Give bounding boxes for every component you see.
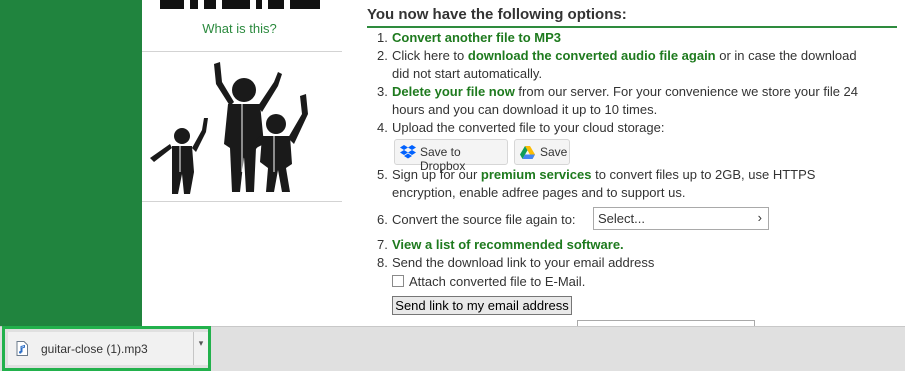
option-5: 5. Sign up for our premium services to co… bbox=[377, 167, 816, 182]
option-3: 3. Delete your file now from our server. … bbox=[377, 84, 859, 99]
send-link-button[interactable]: Send link to my email address bbox=[392, 296, 572, 315]
dancing-people-illustration bbox=[142, 52, 342, 200]
green-sidebar bbox=[0, 0, 142, 326]
options-panel: You now have the following options: 1. Co… bbox=[342, 0, 905, 329]
premium-services-link[interactable]: premium services bbox=[481, 167, 592, 182]
save-to-dropbox-button[interactable]: Save to Dropbox bbox=[394, 139, 508, 173]
download-again-link[interactable]: download the converted audio file again bbox=[468, 48, 716, 63]
recommended-software-link[interactable]: View a list of recommended software. bbox=[392, 237, 624, 252]
option-7: 7. View a list of recommended software. bbox=[377, 237, 624, 252]
option-4: 4. Upload the converted file to your clou… bbox=[377, 120, 665, 135]
chevron-right-icon: › bbox=[757, 210, 762, 225]
option-5-line2: encryption, enable adfree pages and to s… bbox=[392, 185, 686, 200]
option-2: 2. Click here to download the converted a… bbox=[377, 48, 857, 63]
left-panel: What is this? bbox=[142, 0, 343, 326]
option-8: 8. Send the download link to your email a… bbox=[377, 255, 655, 270]
option-2-line2: did not start automatically. bbox=[392, 66, 543, 81]
save-to-drive-button[interactable]: Save bbox=[514, 139, 570, 165]
delete-file-link[interactable]: Delete your file now bbox=[392, 84, 515, 99]
what-is-this-link[interactable]: What is this? bbox=[142, 21, 337, 36]
option-1: 1. Convert another file to MP3 bbox=[377, 30, 562, 45]
download-item-highlight bbox=[2, 326, 211, 371]
format-select[interactable]: Select... › bbox=[593, 207, 769, 230]
options-title: You now have the following options: bbox=[367, 6, 897, 28]
divider bbox=[142, 201, 342, 202]
google-drive-icon bbox=[520, 146, 535, 159]
attach-file-label: Attach converted file to E-Mail. bbox=[409, 274, 586, 289]
qr-code bbox=[160, 0, 320, 10]
attach-file-checkbox[interactable] bbox=[392, 275, 404, 287]
dropbox-icon bbox=[400, 145, 416, 159]
convert-another-link[interactable]: Convert another file to MP3 bbox=[392, 30, 561, 45]
option-3-line2: hours and you can download it up to 10 t… bbox=[392, 102, 658, 117]
